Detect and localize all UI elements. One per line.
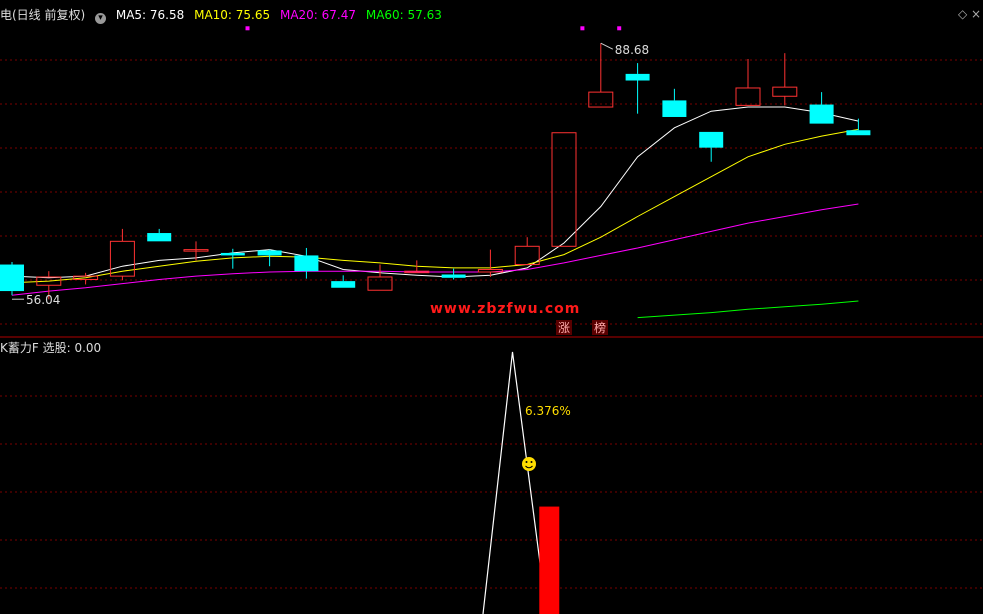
marker-dot bbox=[245, 26, 250, 31]
dropdown-icon[interactable]: ▾ bbox=[95, 13, 107, 24]
indicator-line bbox=[482, 351, 543, 614]
candle-body bbox=[846, 130, 871, 136]
watermark-text: www.zbzfwu.com bbox=[430, 301, 580, 317]
ma10-label: MA10: 75.65 bbox=[194, 8, 271, 22]
smiley-icon bbox=[522, 457, 536, 471]
indicator-bar bbox=[539, 506, 560, 614]
stock-title: 电(日线 前复权) bbox=[0, 8, 86, 22]
smiley-eye bbox=[525, 461, 528, 463]
tag-bang: 榜 bbox=[594, 320, 606, 335]
smiley-eye bbox=[530, 461, 533, 463]
indicator-header: K蓄力F 选股: 0.00 bbox=[0, 339, 101, 356]
ma-line-ma10 bbox=[11, 128, 859, 284]
candle-body bbox=[331, 281, 356, 288]
high-pointer bbox=[600, 42, 614, 50]
marker-dot bbox=[617, 26, 622, 31]
candle-body bbox=[441, 274, 466, 278]
candle-body bbox=[257, 250, 282, 256]
chart-svg: 88.68 56.04 www.zbzfwu.com 涨 榜 6.376% bbox=[0, 26, 983, 614]
ma5-label: MA5: 76.58 bbox=[115, 8, 185, 22]
percent-label: 6.376% bbox=[525, 404, 571, 418]
candle-body bbox=[662, 100, 687, 117]
indicator-label: K蓄力F 选股: 0.00 bbox=[0, 341, 102, 355]
candle-body bbox=[588, 91, 614, 108]
candle-body bbox=[147, 233, 172, 242]
candle-body bbox=[809, 104, 834, 124]
candle-body bbox=[294, 255, 319, 272]
ma-line-ma60 bbox=[637, 300, 859, 319]
ma60-label: MA60: 57.63 bbox=[365, 8, 442, 22]
high-label: 88.68 bbox=[615, 43, 649, 57]
candle-body bbox=[220, 252, 245, 256]
low-label: 56.04 bbox=[26, 293, 60, 307]
ma-line-ma20 bbox=[11, 203, 859, 296]
diamond-icon[interactable]: ◇ bbox=[958, 7, 967, 21]
tag-zhang: 涨 bbox=[558, 320, 570, 335]
candle-body bbox=[551, 132, 577, 247]
ma20-label: MA20: 67.47 bbox=[279, 8, 357, 22]
candle-body bbox=[477, 269, 503, 273]
marker-dot bbox=[580, 26, 585, 31]
candle-body bbox=[735, 87, 761, 106]
candle-body bbox=[367, 276, 393, 291]
close-icon[interactable]: × bbox=[971, 7, 981, 21]
chart-header: 电(日线 前复权) ▾ MA5: 76.58 MA10: 75.65 MA20:… bbox=[0, 6, 448, 24]
candle-body bbox=[625, 73, 650, 81]
chart-root: { "header": { "title": "电(日线 前复权)", "ma5… bbox=[0, 0, 983, 614]
candle-body bbox=[772, 86, 798, 97]
candle-body bbox=[699, 131, 724, 148]
candle-body bbox=[0, 264, 24, 292]
